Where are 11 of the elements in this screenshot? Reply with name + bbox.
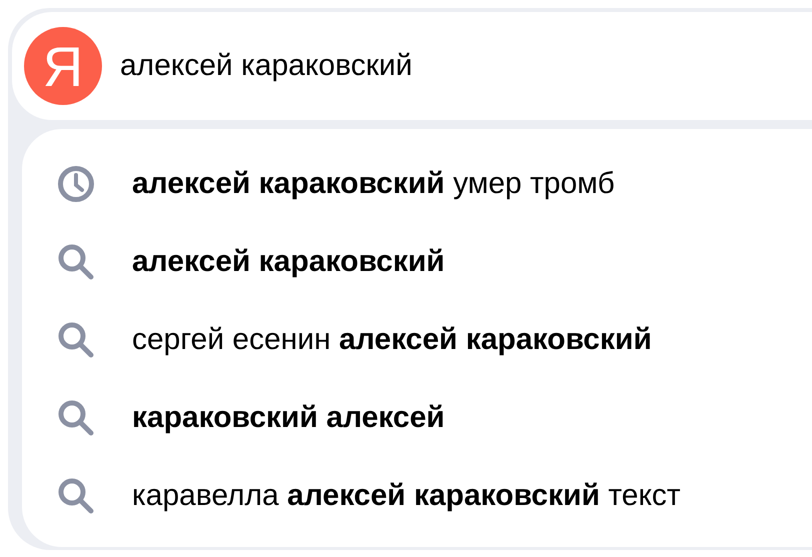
suggestion-item[interactable]: алексей караковский (132, 245, 445, 279)
clock-icon (56, 164, 96, 204)
suggestion-item[interactable]: алексей караковский умер тромб (132, 167, 615, 201)
search-icon (56, 320, 96, 360)
suggestion-item[interactable]: каравелла алексей караковский текст (132, 479, 681, 513)
search-field[interactable]: алексей караковский (120, 49, 720, 83)
search-icon (56, 398, 96, 438)
suggestion-item[interactable]: сергей есенин алексей караковский (132, 323, 652, 357)
suggestion-item[interactable]: караковский алексей (132, 401, 445, 435)
search-icon (56, 242, 96, 282)
search-icon (56, 476, 96, 516)
